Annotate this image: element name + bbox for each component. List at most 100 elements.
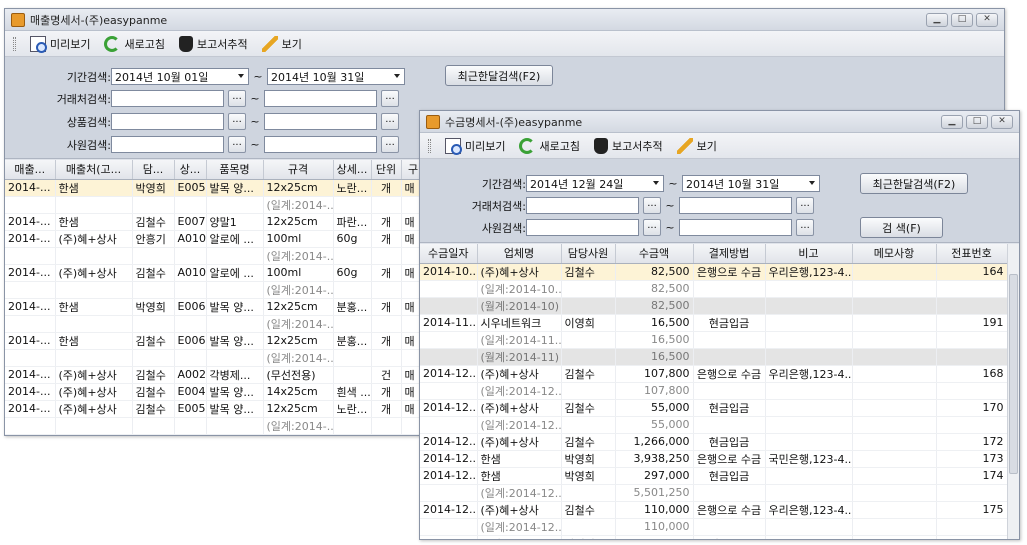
client-to-lookup-button[interactable]: ... [381, 90, 399, 107]
column-header[interactable]: 수금일자 [420, 244, 478, 264]
view-button[interactable]: 보기 [261, 35, 302, 52]
column-header[interactable]: 담... [132, 160, 175, 180]
table-row[interactable]: 2014-12...한샘박영희132,132현금입금 176 [420, 535, 1008, 539]
date-to-select[interactable]: 2014년 10월 31일 [267, 68, 405, 85]
column-header[interactable]: 결제방법 [693, 244, 766, 264]
table-row[interactable]: 2014-... 한샘 김철수 E007 양말1 12x25cm 파란... 개 매 [5, 213, 425, 231]
recent-month-search-button[interactable]: 최근한달검색(F2) [860, 173, 968, 194]
vertical-scrollbar[interactable] [1007, 244, 1019, 539]
client-from-input[interactable] [526, 197, 639, 214]
table-row[interactable]: 2014-12... 한샘 박영희 297,000 현금입금 174 [420, 467, 1008, 485]
column-header[interactable]: 전표번호 [936, 244, 1008, 264]
staff-from-lookup-button[interactable]: ... [643, 219, 661, 236]
table-row[interactable]: 2014-... 한샘 김철수 E006 발목 양... 12x25cm 분홍... 개 매 [5, 332, 425, 350]
table-row[interactable]: 2014-10... (주)혜+상사 김철수 82,500 은행으로 수금 우리은행,12… [420, 263, 1008, 281]
table-row[interactable]: 2014-12... (주)혜+상사 김철수 55,000 현금입금 170 [420, 399, 1008, 417]
report-trace-button[interactable]: 보고서추적 [178, 35, 248, 52]
date-from-select[interactable]: 2014년 12월 24일 [526, 175, 664, 192]
table-row[interactable]: 2014-12... (주)혜+상사 김철수 110,000 은행으로 수금 우리은행,1… [420, 501, 1008, 519]
date-to-select[interactable]: 2014년 10월 31일 [682, 175, 820, 192]
preview-button[interactable]: 미리보기 [445, 137, 505, 155]
table-row[interactable]: (일계:2014-11... 16,500 [420, 331, 1008, 349]
table-row[interactable]: (일계:2014-... [5, 417, 425, 435]
column-header[interactable]: 비고 [765, 244, 853, 264]
staff-from-lookup-button[interactable]: ... [228, 136, 246, 153]
table-row[interactable]: 2014-... 한샘 박영희 E005 발목 양... 12x25cm 노란... 개 매 [5, 179, 425, 197]
table-row[interactable]: 2014-12... (주)혜+상사 김철수 107,800 은행으로 수금 우리은행,1… [420, 365, 1008, 383]
column-header[interactable]: 매출처(고... [55, 160, 133, 180]
column-header[interactable]: 매출... [5, 160, 56, 180]
column-header[interactable]: 업체명 [477, 244, 562, 264]
table-row[interactable]: 2014-... (주)혜+상사 김철수 E005 발목 양... 12x25cm 노란..… [5, 400, 425, 418]
product-from-input[interactable] [111, 113, 224, 130]
client-from-input[interactable] [111, 90, 224, 107]
table-row[interactable]: 2014-... (주)혜+상사 김철수 A002 각병제... (무선전용) 건 매 [5, 366, 425, 384]
product-from-lookup-button[interactable]: ... [228, 113, 246, 130]
table-row[interactable]: (일계:2014-... [5, 349, 425, 367]
title-bar[interactable]: 매출명세서-(주)easypanme ▁ □ ✕ [5, 9, 1004, 31]
close-button[interactable]: ✕ [991, 114, 1013, 129]
title-bar[interactable]: 수금명세서-(주)easypanme ▁ □ ✕ [420, 111, 1019, 133]
staff-from-input[interactable] [111, 136, 224, 153]
client-to-input[interactable] [679, 197, 792, 214]
sales-grid[interactable]: 매출... 매출처(고... 담... 상... 품목명 규격 상세... 단위 구 2014-… [5, 160, 425, 435]
staff-to-lookup-button[interactable]: ... [381, 136, 399, 153]
table-row[interactable]: (일계:2014-12... 55,000 [420, 416, 1008, 434]
report-trace-button[interactable]: 보고서추적 [593, 137, 663, 154]
table-row[interactable]: 2014-... (주)혜+상사 김철수 E004 발목 양... 14x25cm 흰색 .… [5, 383, 425, 401]
refresh-button[interactable]: 새로고침 [519, 137, 580, 154]
close-button[interactable]: ✕ [976, 12, 998, 27]
client-to-lookup-button[interactable]: ... [796, 197, 814, 214]
column-header[interactable]: 메모사항 [852, 244, 937, 264]
staff-to-lookup-button[interactable]: ... [796, 219, 814, 236]
column-header[interactable]: 상세... [333, 160, 372, 180]
table-cell [852, 382, 937, 400]
product-to-input[interactable] [264, 113, 377, 130]
column-header[interactable]: 규격 [263, 160, 334, 180]
column-header[interactable]: 상... [174, 160, 207, 180]
table-row[interactable]: (월계:2014-11) 16,500 [420, 348, 1008, 366]
table-row[interactable]: 2014-... (주)혜+상사 김철수 A010 알로에 ... 100ml 60g 개 매 [5, 264, 425, 282]
table-row[interactable]: (일계:2014-12... 5,501,250 [420, 484, 1008, 502]
staff-to-input[interactable] [679, 219, 792, 236]
table-row[interactable]: (일계:2014-10... 82,500 [420, 280, 1008, 298]
column-header[interactable]: 단위 [371, 160, 402, 180]
table-row[interactable]: (일계:2014-... [5, 315, 425, 333]
table-row[interactable]: 2014-... (주)혜+상사 안흥기 A010 알로에 ... 100ml 60g 개 매 [5, 230, 425, 248]
staff-from-input[interactable] [526, 219, 639, 236]
table-cell: 안흥기 [132, 230, 175, 248]
product-to-lookup-button[interactable]: ... [381, 113, 399, 130]
maximize-button[interactable]: □ [966, 114, 988, 129]
recent-month-search-button[interactable]: 최근한달검색(F2) [445, 65, 553, 86]
table-row[interactable]: (일계:2014-... [5, 281, 425, 299]
table-row[interactable]: (일계:2014-12... 107,800 [420, 382, 1008, 400]
table-row[interactable]: 2014-12... 한샘 박영희 3,938,250 은행으로 수금 국민은행,123-… [420, 450, 1008, 468]
table-row[interactable]: (일계:2014-12... 110,000 [420, 518, 1008, 536]
table-row[interactable]: (일계:2014-... [5, 196, 425, 214]
minimize-button[interactable]: ▁ [941, 114, 963, 129]
table-cell: 김철수 [132, 264, 175, 282]
minimize-button[interactable]: ▁ [926, 12, 948, 27]
table-row[interactable]: 2014-... 한샘 박영희 E006 발목 양... 12x25cm 분홍... 개 매 [5, 298, 425, 316]
refresh-button[interactable]: 새로고침 [104, 35, 165, 52]
scrollbar-thumb[interactable] [1009, 274, 1018, 474]
table-row[interactable]: (월계:2014-10) 82,500 [420, 297, 1008, 315]
preview-button[interactable]: 미리보기 [30, 35, 90, 53]
table-cell [420, 280, 478, 298]
client-from-lookup-button[interactable]: ... [643, 197, 661, 214]
date-from-select[interactable]: 2014년 10월 01일 [111, 68, 249, 85]
table-row[interactable]: 2014-11... 시우네트워크 이영희 16,500 현금입금 191 [420, 314, 1008, 332]
view-button[interactable]: 보기 [676, 137, 717, 154]
table-row[interactable]: (일계:2014-... [5, 247, 425, 265]
column-header[interactable]: 품목명 [206, 160, 264, 180]
client-from-lookup-button[interactable]: ... [228, 90, 246, 107]
staff-to-input[interactable] [264, 136, 377, 153]
maximize-button[interactable]: □ [951, 12, 973, 27]
column-header[interactable]: 수금액 [615, 244, 694, 264]
client-to-input[interactable] [264, 90, 377, 107]
column-header[interactable]: 담당사원 [561, 244, 616, 264]
table-row[interactable]: 2014-12... (주)혜+상사 김철수 1,266,000 현금입금 172 [420, 433, 1008, 451]
search-button[interactable]: 검 색(F) [860, 217, 943, 238]
collection-grid[interactable]: 수금일자 업체명 담당사원 수금액 결제방법 비고 메모사항 전표번호 2014-10...(… [420, 244, 1019, 539]
table-cell: 175 [936, 501, 1008, 519]
